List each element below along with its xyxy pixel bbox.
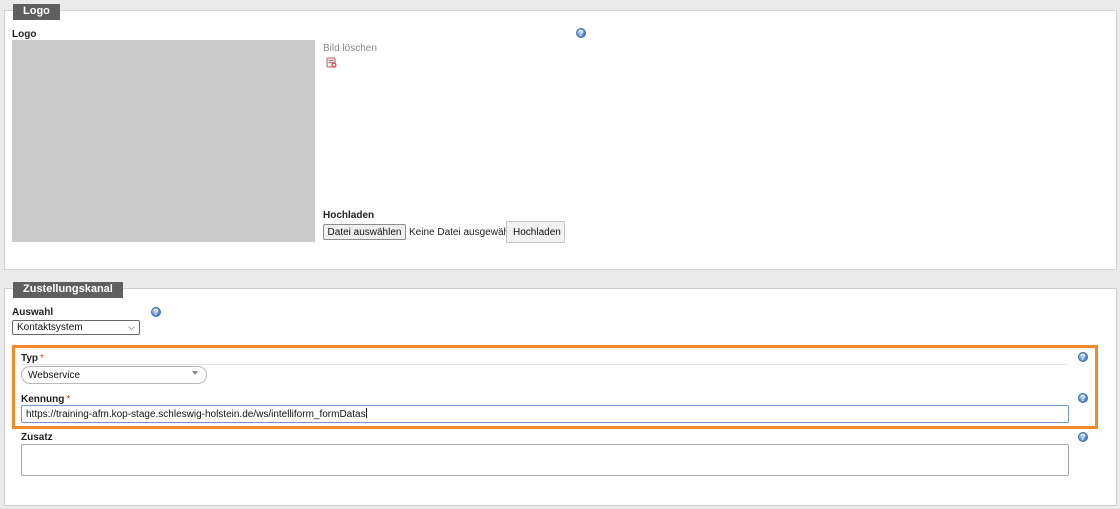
delivery-channel-legend: Zustellungskanal: [13, 282, 123, 298]
help-icon[interactable]: ?: [576, 28, 586, 38]
selection-select-value: Kontaktsystem: [17, 322, 83, 333]
no-file-selected-text: Keine Datei ausgewählt: [409, 227, 515, 238]
selection-select[interactable]: Kontaktsystem ⌵: [12, 320, 140, 335]
help-icon[interactable]: ?: [1078, 352, 1088, 362]
type-separator: [22, 364, 1068, 365]
help-icon[interactable]: ?: [1078, 432, 1088, 442]
identifier-input[interactable]: https://training-afm.kop-stage.schleswig…: [21, 405, 1069, 423]
identifier-label: Kennung *: [21, 394, 70, 405]
identifier-input-value: https://training-afm.kop-stage.schleswig…: [26, 409, 366, 420]
logo-image-preview: [12, 40, 315, 242]
type-select[interactable]: Webservice: [21, 366, 207, 384]
triangle-down-icon: [192, 371, 198, 375]
extra-textarea[interactable]: [21, 444, 1069, 476]
delete-image-link[interactable]: Bild löschen: [323, 43, 377, 54]
upload-label: Hochladen: [323, 210, 375, 221]
help-icon[interactable]: ?: [1078, 393, 1088, 403]
extra-label: Zusatz: [21, 432, 53, 443]
selection-label: Auswahl: [12, 307, 54, 318]
identifier-label-text: Kennung: [21, 394, 65, 405]
upload-button[interactable]: Hochladen: [506, 221, 565, 243]
chevron-down-icon: ⌵: [128, 322, 135, 332]
logo-panel-legend: Logo: [13, 4, 60, 20]
delete-image-icon[interactable]: [326, 57, 337, 68]
choose-file-button[interactable]: Datei auswählen: [323, 224, 406, 240]
required-marker: *: [40, 353, 44, 364]
type-label: Typ *: [21, 353, 44, 364]
type-select-value: Webservice: [28, 370, 81, 381]
text-cursor: [365, 408, 367, 418]
type-label-text: Typ: [21, 353, 39, 364]
help-icon[interactable]: ?: [151, 307, 161, 317]
logo-field-label: Logo: [12, 29, 37, 40]
required-marker: *: [66, 394, 71, 405]
